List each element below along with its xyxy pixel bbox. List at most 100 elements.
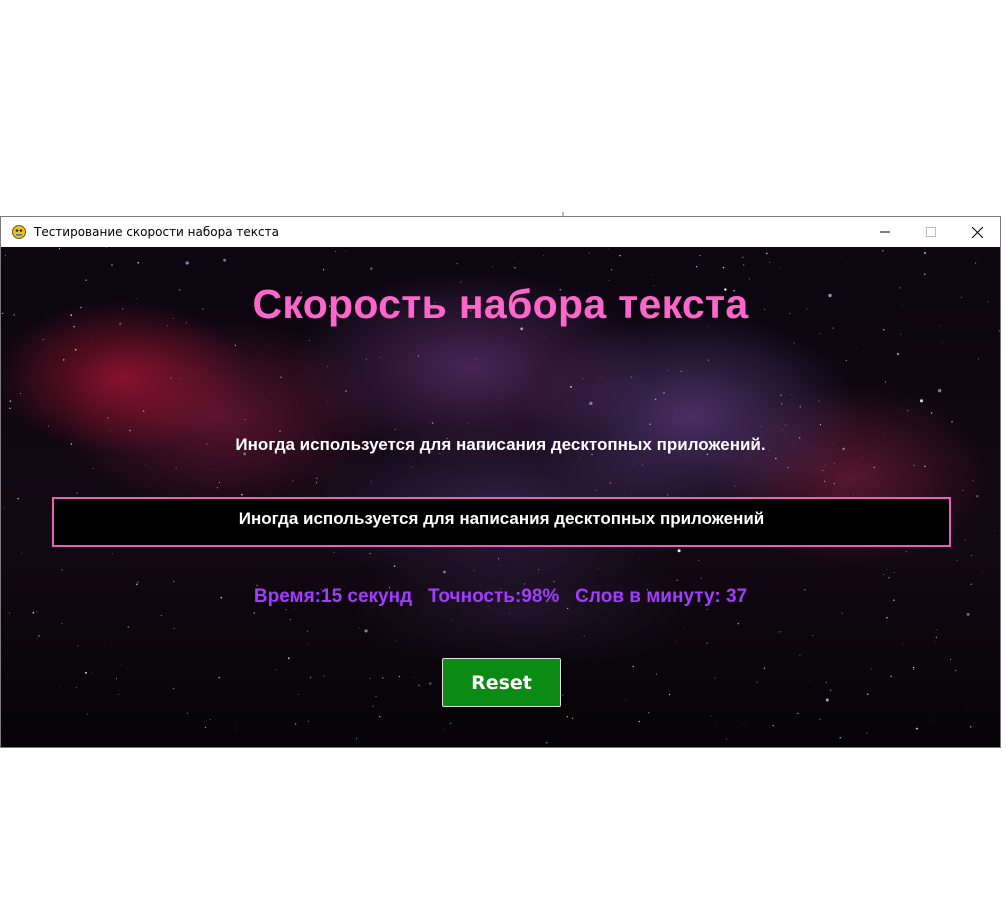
star — [544, 336, 546, 338]
star — [652, 274, 654, 276]
close-button[interactable] — [954, 217, 1000, 247]
star — [780, 394, 782, 397]
title-bar[interactable]: Тестирование скорости набора текста — [1, 217, 1000, 247]
star — [970, 554, 973, 557]
star — [970, 583, 972, 585]
star — [58, 248, 61, 250]
star — [896, 352, 900, 356]
star — [588, 252, 591, 254]
star — [714, 677, 716, 679]
star — [285, 609, 287, 611]
star — [118, 693, 120, 695]
star — [769, 261, 771, 263]
star — [450, 619, 452, 621]
star — [819, 424, 821, 426]
star — [42, 338, 44, 340]
star — [930, 719, 932, 721]
star — [306, 643, 308, 645]
star — [111, 264, 113, 266]
star — [919, 399, 924, 403]
star — [641, 464, 644, 466]
star — [294, 723, 297, 725]
star — [538, 569, 540, 571]
star — [779, 631, 782, 633]
star — [907, 410, 909, 412]
minimize-button[interactable] — [862, 217, 908, 247]
star — [316, 482, 318, 484]
star — [710, 715, 712, 717]
star — [913, 464, 915, 466]
star — [112, 553, 113, 555]
star — [335, 261, 337, 263]
star — [808, 680, 810, 682]
star — [369, 552, 371, 555]
reset-button[interactable]: Reset — [442, 658, 561, 707]
star — [370, 480, 372, 483]
star — [185, 261, 189, 265]
target-sentence: Иногда используется для написания дескто… — [235, 435, 766, 454]
star — [913, 669, 915, 671]
star — [244, 418, 247, 420]
star — [492, 266, 494, 268]
star — [902, 643, 904, 645]
star — [136, 583, 138, 586]
star — [204, 726, 207, 729]
star — [883, 574, 884, 576]
star — [956, 559, 958, 562]
star — [411, 466, 413, 468]
star — [706, 642, 708, 644]
star — [36, 611, 38, 613]
star — [707, 359, 710, 361]
star — [448, 392, 450, 394]
star — [543, 255, 545, 256]
star — [676, 579, 678, 581]
star — [218, 482, 220, 483]
star — [937, 389, 942, 393]
star — [698, 560, 700, 561]
star — [955, 669, 957, 672]
star — [667, 494, 669, 496]
star — [524, 583, 526, 585]
star — [8, 612, 10, 614]
maximize-button[interactable] — [908, 217, 954, 247]
star — [972, 480, 974, 482]
star — [935, 636, 937, 639]
star — [638, 720, 641, 723]
star — [924, 465, 926, 468]
star — [566, 716, 569, 718]
star — [632, 665, 635, 668]
star — [244, 371, 246, 373]
star — [365, 358, 367, 360]
star — [609, 482, 612, 484]
star — [9, 400, 12, 402]
star — [58, 686, 60, 688]
star — [886, 617, 888, 619]
star — [780, 267, 781, 269]
star — [358, 458, 360, 460]
star — [975, 262, 977, 264]
star — [309, 676, 312, 679]
star — [48, 425, 49, 427]
star — [683, 627, 684, 628]
wpm-stat: Слов в минуту: 37 — [575, 586, 748, 607]
star — [819, 718, 821, 720]
star — [323, 675, 325, 677]
typing-input-field[interactable]: Иногда используется для написания дескто… — [52, 497, 951, 547]
time-stat: Время:15 секунд — [253, 586, 413, 607]
star — [900, 333, 902, 335]
star — [782, 429, 783, 431]
star — [216, 487, 219, 489]
star — [143, 661, 144, 662]
star — [308, 339, 311, 342]
star — [639, 558, 641, 560]
star — [127, 626, 129, 628]
star — [306, 366, 307, 368]
star — [364, 629, 368, 633]
star — [845, 359, 847, 361]
star — [737, 623, 739, 625]
star — [969, 726, 972, 728]
star — [92, 468, 94, 470]
star — [583, 635, 585, 637]
star — [777, 631, 779, 633]
star — [293, 608, 295, 609]
